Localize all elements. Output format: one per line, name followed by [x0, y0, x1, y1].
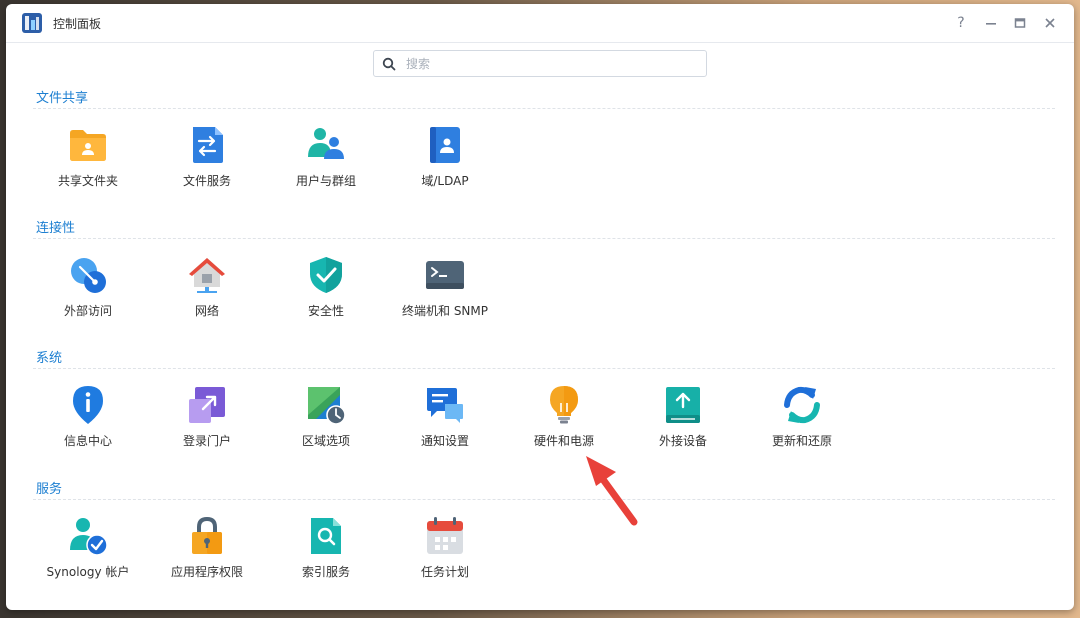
minimize-icon	[986, 23, 996, 25]
item-label: 文件服务	[182, 174, 231, 188]
minimize-button[interactable]	[980, 12, 1002, 34]
section-divider	[33, 238, 1055, 239]
item-notification[interactable]: 通知设置	[390, 385, 500, 465]
item-domain-ldap[interactable]: 域/LDAP	[390, 125, 500, 205]
network-icon	[189, 258, 225, 293]
item-external-access[interactable]: 外部访问	[33, 255, 143, 335]
item-synology-account[interactable]: Synology 帐户	[33, 516, 143, 596]
regional-options-icon	[308, 387, 346, 425]
item-label: 硬件和电源	[533, 434, 594, 448]
annotation-arrow-icon	[586, 456, 638, 526]
task-scheduler-calendar-icon	[427, 517, 463, 554]
item-network[interactable]: 网络	[152, 255, 262, 335]
hardware-power-bulb-icon	[550, 386, 578, 424]
maximize-icon	[1014, 18, 1026, 28]
title-bar: 控制面板 ?	[6, 4, 1074, 43]
indexing-service-icon	[311, 518, 341, 554]
section-divider	[33, 368, 1055, 369]
section-title-services: 服务	[36, 482, 63, 497]
item-label: 安全性	[307, 304, 344, 318]
item-label: 网络	[194, 304, 219, 318]
section-title-connectivity: 连接性	[36, 221, 76, 236]
item-external-devices[interactable]: 外接设备	[628, 385, 738, 465]
external-devices-icon	[666, 387, 700, 423]
synology-account-icon	[70, 518, 108, 556]
item-label: 用户与群组	[295, 174, 356, 188]
external-access-icon	[71, 258, 106, 293]
security-shield-icon	[310, 257, 342, 293]
item-security[interactable]: 安全性	[271, 255, 381, 335]
item-update-restore[interactable]: 更新和还原	[747, 385, 857, 465]
item-user-group[interactable]: 用户与群组	[271, 125, 381, 205]
app-privileges-lock-icon	[192, 516, 222, 554]
search-icon	[382, 57, 396, 71]
control-panel-app-icon	[22, 13, 42, 33]
item-file-services[interactable]: 文件服务	[152, 125, 262, 205]
item-label: 通知设置	[420, 434, 469, 448]
item-login-portal[interactable]: 登录门户	[152, 385, 262, 465]
item-label: 域/LDAP	[421, 174, 469, 188]
section-divider	[33, 108, 1055, 109]
item-label: 共享文件夹	[57, 174, 118, 188]
domain-ldap-icon	[430, 127, 460, 163]
user-group-icon	[308, 128, 344, 159]
close-button[interactable]	[1039, 12, 1061, 34]
item-label: 区域选项	[301, 434, 350, 448]
item-shared-folder[interactable]: 共享文件夹	[33, 125, 143, 205]
item-label: 外接设备	[658, 434, 707, 448]
item-task-scheduler[interactable]: 任务计划	[390, 516, 500, 596]
item-indexing-service[interactable]: 索引服务	[271, 516, 381, 596]
section-title-system: 系统	[36, 351, 63, 366]
search-box[interactable]	[373, 50, 707, 77]
login-portal-icon	[189, 387, 225, 423]
item-label: 应用程序权限	[170, 565, 243, 579]
shared-folder-icon	[70, 130, 106, 161]
item-label: 外部访问	[63, 304, 112, 318]
item-regional-options[interactable]: 区域选项	[271, 385, 381, 465]
item-label: 索引服务	[301, 565, 350, 579]
control-panel-window: 控制面板 ? 文件共享 共享文件夹	[6, 4, 1074, 610]
info-center-icon	[73, 386, 103, 424]
terminal-icon	[426, 261, 464, 289]
notification-icon	[427, 388, 463, 423]
item-label: 终端机和 SNMP	[402, 304, 488, 318]
window-title: 控制面板	[53, 17, 102, 31]
section-divider	[33, 499, 1055, 500]
search-input[interactable]	[404, 53, 698, 75]
section-title-file-sharing: 文件共享	[36, 91, 89, 106]
item-label: 更新和还原	[771, 434, 832, 448]
update-restore-icon	[784, 386, 820, 424]
item-info-center[interactable]: 信息中心	[33, 385, 143, 465]
item-label: 信息中心	[63, 434, 112, 448]
item-label: 登录门户	[182, 434, 231, 448]
help-button[interactable]: ?	[950, 12, 972, 34]
maximize-button[interactable]	[1009, 12, 1031, 34]
file-services-icon	[193, 127, 223, 163]
item-terminal-snmp[interactable]: 终端机和 SNMP	[390, 255, 500, 335]
close-icon	[1045, 18, 1055, 28]
item-label: Synology 帐户	[46, 565, 130, 579]
item-label: 任务计划	[420, 565, 469, 579]
item-app-privileges[interactable]: 应用程序权限	[152, 516, 262, 596]
